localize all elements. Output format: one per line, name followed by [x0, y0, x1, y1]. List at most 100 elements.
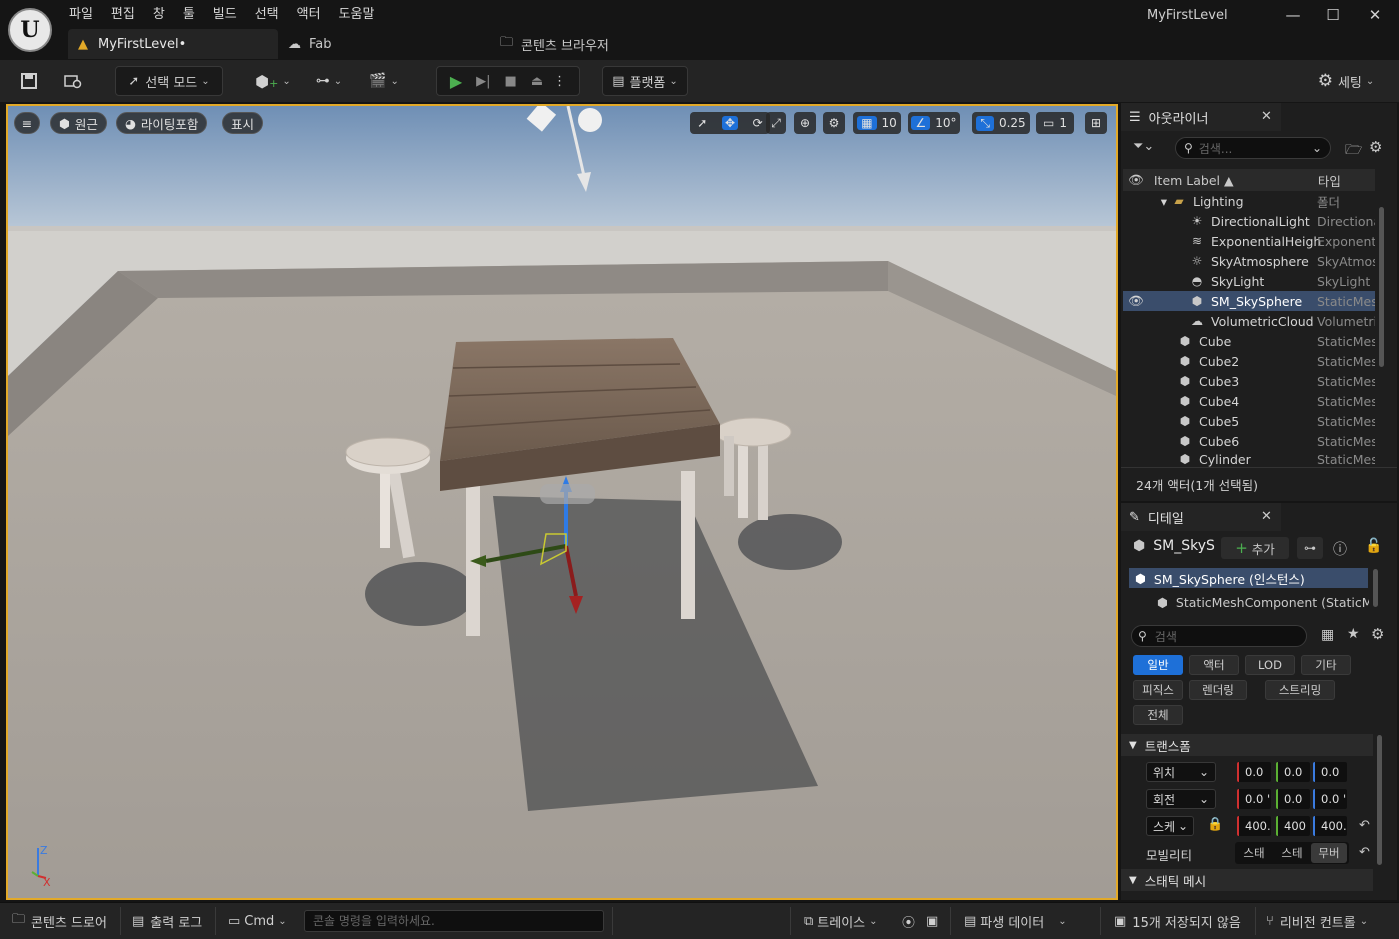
rotate-tool-icon[interactable]: ⟳ — [753, 116, 763, 130]
star-icon[interactable]: ★ — [1347, 626, 1360, 642]
component-instance-row[interactable]: ⬢ SM_SkySphere (인스턴스) — [1129, 568, 1368, 588]
gear-icon[interactable]: ⚙ — [1371, 625, 1384, 643]
browse-button[interactable] — [58, 66, 88, 96]
component-row[interactable]: ⬢ StaticMeshComponent (StaticMe — [1157, 592, 1369, 612]
scale-tool-icon[interactable]: ⤢ — [766, 112, 786, 134]
close-icon[interactable]: ✕ — [1261, 503, 1272, 531]
add-actor-button[interactable]: ⬢+ ⌄ — [252, 66, 294, 96]
tab-fab[interactable]: ☁ Fab — [288, 29, 332, 59]
details-scrollbar[interactable] — [1377, 735, 1382, 865]
menu-window[interactable]: 창 — [144, 4, 174, 26]
eject-icon[interactable]: ⏏ — [531, 74, 543, 89]
outliner-row-sm-skysphere[interactable]: 👁 ⬢ SM_SkySphere StaticMes — [1123, 291, 1375, 311]
add-folder-icon[interactable]: 🗁 — [1345, 139, 1362, 163]
blueprint-convert-icon[interactable]: ⊶ — [1297, 537, 1323, 559]
outliner-row-cube6[interactable]: ⬢ Cube6 StaticMes — [1123, 431, 1375, 451]
trace-dropdown[interactable]: ⧉ 트레이스 ⌄ — [804, 903, 878, 939]
rotation-dropdown[interactable]: 회전 ⌄ — [1146, 789, 1216, 809]
mobility-movable[interactable]: 무버 — [1311, 843, 1347, 863]
mobility-static[interactable]: 스태 — [1235, 845, 1273, 861]
transform-section[interactable]: ▼ 트랜스폼 — [1121, 734, 1373, 756]
outliner-row-lighting[interactable]: ▾ ▰ Lighting 폴더 — [1123, 191, 1375, 211]
console-input[interactable]: 콘솔 명령을 입력하세요. — [304, 910, 604, 932]
platform-dropdown[interactable]: ▤ 플랫폼 ⌄ — [602, 66, 688, 96]
filter-rendering[interactable]: 렌더링 — [1189, 680, 1247, 700]
perspective-button[interactable]: ⬢ 원근 — [50, 112, 107, 134]
maximize-button[interactable]: ☐ — [1318, 4, 1348, 26]
location-z-input[interactable]: 0.0 — [1313, 762, 1347, 782]
camera-speed-button[interactable]: ▭ 1 — [1036, 112, 1074, 134]
location-y-input[interactable]: 0.0 — [1276, 762, 1310, 782]
eye-icon[interactable]: 👁 — [1128, 172, 1144, 188]
show-button[interactable]: 표시 — [222, 112, 264, 134]
filter-actor[interactable]: 액터 — [1189, 655, 1239, 675]
details-tab[interactable]: ✎ 디테일 ✕ — [1121, 503, 1281, 531]
scale-x-input[interactable]: 400. — [1237, 816, 1271, 836]
output-log-button[interactable]: ▤ 출력 로그 — [132, 903, 202, 939]
filter-physics[interactable]: 피직스 — [1133, 680, 1183, 700]
filter-icon[interactable]: ⏷⌄ — [1133, 139, 1154, 154]
menu-help[interactable]: 도움말 — [330, 4, 384, 26]
revision-control-dropdown[interactable]: ⑂ 리비전 컨트롤 ⌄ — [1266, 903, 1368, 939]
minimize-button[interactable]: — — [1278, 4, 1308, 26]
close-button[interactable]: ✕ — [1360, 4, 1390, 26]
col-item-label[interactable]: Item Label ▲ — [1154, 173, 1314, 188]
blueprint-button[interactable]: ⊶ ⌄ — [308, 66, 350, 96]
scale-snap-button[interactable]: ⤡ 0.25 — [972, 112, 1030, 134]
menu-tools[interactable]: 툴 — [174, 4, 204, 26]
scale-z-input[interactable]: 400. — [1313, 816, 1347, 836]
static-mesh-section[interactable]: ▼ 스태틱 메시 — [1121, 869, 1373, 891]
close-icon[interactable]: ✕ — [1261, 103, 1272, 131]
tab-level[interactable]: ▲ MyFirstLevel• — [68, 29, 278, 59]
outliner-row-cube4[interactable]: ⬢ Cube4 StaticMes — [1123, 391, 1375, 411]
filter-misc[interactable]: 기타 — [1301, 655, 1351, 675]
select-mode-dropdown[interactable]: ➚ 선택 모드 ⌄ — [115, 66, 223, 96]
filter-lod[interactable]: LOD — [1245, 655, 1295, 675]
move-tool-icon[interactable]: ✥ — [721, 116, 739, 130]
outliner-row-skylight[interactable]: ◓ SkyLight SkyLight — [1123, 271, 1375, 291]
rotation-z-input[interactable]: 0.0 ' — [1313, 789, 1347, 809]
outliner-scrollbar[interactable] — [1379, 207, 1384, 367]
help-icon[interactable]: ⓘ — [1333, 539, 1347, 559]
outliner-row-cube3[interactable]: ⬢ Cube3 StaticMes — [1123, 371, 1375, 391]
filter-streaming[interactable]: 스트리밍 — [1265, 680, 1335, 700]
lighting-button[interactable]: ◕ 라이팅포함 — [116, 112, 208, 134]
screenshot-icon[interactable]: ▣ — [926, 903, 938, 939]
eye-icon[interactable]: 👁 — [1123, 293, 1189, 309]
menu-select[interactable]: 선택 — [246, 4, 288, 26]
cinematics-button[interactable]: 🎬 ⌄ — [364, 66, 404, 96]
outliner-row-cylinder[interactable]: ⬢ Cylinder StaticMes — [1123, 451, 1375, 467]
outliner-tab[interactable]: ☰ 아웃라이너 ✕ — [1121, 103, 1281, 131]
rotate-snap-button[interactable]: ∠ 10° — [908, 112, 960, 134]
location-dropdown[interactable]: 위치 ⌄ — [1146, 762, 1216, 782]
lock-icon[interactable]: 🔒 — [1207, 817, 1223, 832]
derived-data-dropdown[interactable]: ▤ 파생 데이터 ⌄ — [964, 903, 1067, 939]
scale-dropdown[interactable]: 스케 ⌄ — [1146, 816, 1194, 836]
content-drawer-button[interactable]: 🗀 콘텐츠 드로어 — [12, 903, 107, 939]
more-icon[interactable]: ⋮ — [553, 74, 566, 89]
col-type[interactable]: 타입 — [1318, 171, 1341, 190]
components-scrollbar[interactable] — [1373, 569, 1378, 607]
location-x-input[interactable]: 0.0 — [1237, 762, 1271, 782]
menu-file[interactable]: 파일 — [60, 4, 102, 26]
viewport-menu-button[interactable]: ≡ — [14, 112, 40, 134]
rotation-x-input[interactable]: 0.0 ' — [1237, 789, 1271, 809]
menu-actor[interactable]: 액터 — [288, 4, 330, 26]
layout-icon[interactable]: ⊞ — [1085, 112, 1107, 134]
filter-general[interactable]: 일반 — [1133, 655, 1183, 675]
cmd-dropdown[interactable]: ▭ Cmd ⌄ — [228, 903, 287, 939]
outliner-row-volumetriccloud[interactable]: ☁ VolumetricCloud Volumetric — [1123, 311, 1375, 331]
expand-icon[interactable]: ▾ — [1123, 194, 1167, 209]
tab-content-browser[interactable]: 🗀 콘텐츠 브라우저 — [500, 29, 609, 59]
reset-icon[interactable]: ↶ — [1359, 845, 1370, 860]
save-button[interactable] — [14, 66, 44, 96]
mobility-stationary[interactable]: 스테 — [1273, 845, 1311, 861]
rotation-y-input[interactable]: 0.0 — [1276, 789, 1310, 809]
play-icon[interactable]: ▶ — [450, 72, 462, 91]
select-tool-icon[interactable]: ➚ — [697, 116, 707, 130]
unreal-logo-icon[interactable]: U — [8, 8, 52, 52]
world-local-icon[interactable]: ⊕ — [794, 112, 816, 134]
reset-icon[interactable]: ↶ — [1359, 818, 1370, 833]
table-view-icon[interactable]: ▦ — [1321, 627, 1334, 643]
details-search-input[interactable]: ⚲ 검색 — [1131, 625, 1307, 647]
